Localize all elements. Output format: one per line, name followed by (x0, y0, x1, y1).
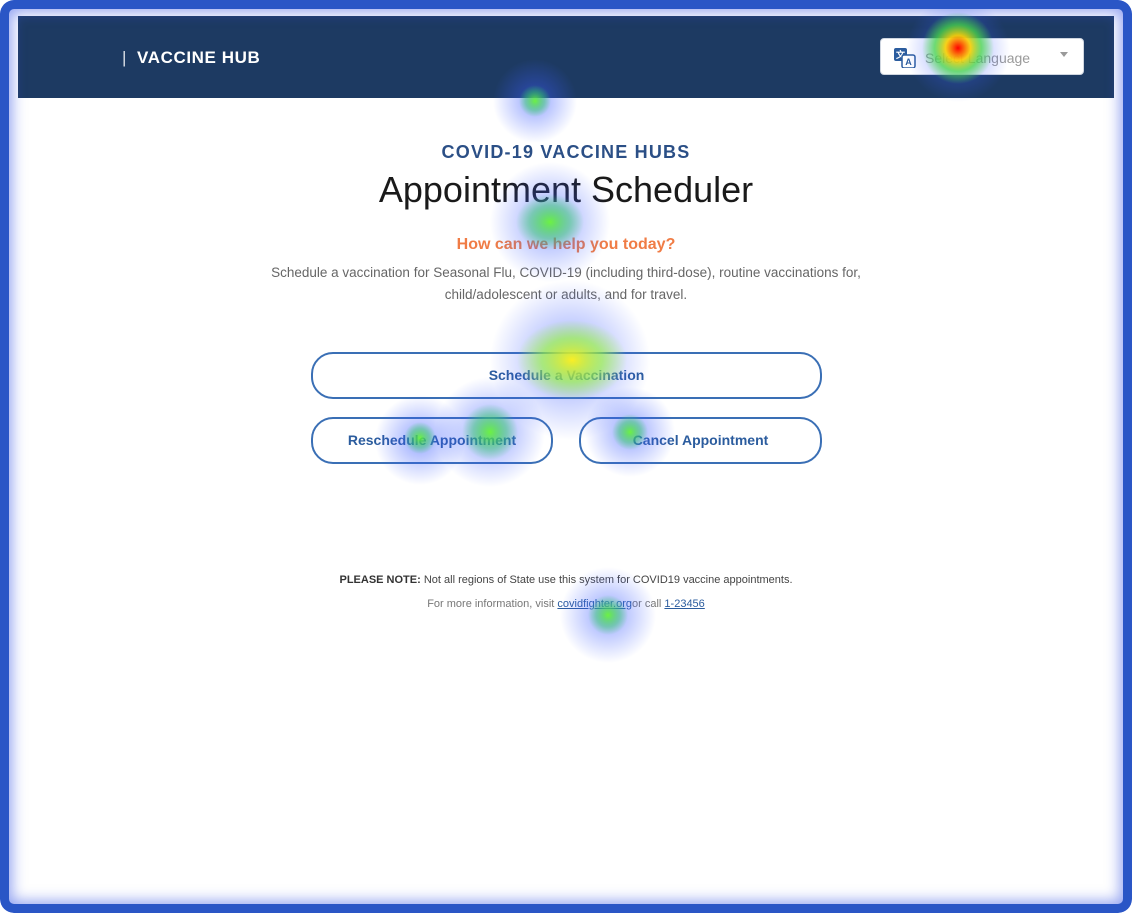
brand-name: VACCINE HUB (137, 48, 261, 67)
vaccine-hub-page: | VACCINE HUB 文 A Select Language COVID-1… (18, 16, 1114, 896)
schedule-vaccination-button[interactable]: Schedule a Vaccination (311, 352, 822, 399)
top-header: | VACCINE HUB 文 A Select Language (18, 16, 1114, 98)
language-select-value: Select Language (925, 50, 1031, 66)
note-label: PLEASE NOTE: (339, 574, 421, 586)
chevron-down-icon (1060, 52, 1068, 57)
reschedule-appointment-button[interactable]: Reschedule Appointment (311, 417, 553, 464)
translate-icon: 文 A (894, 48, 916, 68)
service-description: Schedule a vaccination for Seasonal Flu,… (271, 265, 861, 302)
brand[interactable]: | VACCINE HUB (122, 48, 260, 68)
info-middle: or call (632, 598, 662, 610)
hero: COVID-19 VACCINE HUBS Appointment Schedu… (18, 142, 1114, 211)
info-prefix: For more information, visit (427, 598, 555, 610)
more-info: For more information, visit covidfighter… (18, 598, 1114, 610)
page-title: Appointment Scheduler (378, 169, 754, 210)
please-note: PLEASE NOTE: Not all regions of State us… (18, 574, 1114, 586)
screenshot-frame: | VACCINE HUB 文 A Select Language COVID-1… (0, 0, 1132, 913)
cancel-appointment-button[interactable]: Cancel Appointment (579, 417, 822, 464)
help-prompt: How can we help you today? (456, 236, 676, 253)
note-text: Not all regions of State use this system… (423, 574, 793, 586)
info-phone-link[interactable]: 1-23456 (664, 598, 704, 610)
svg-text:A: A (905, 57, 912, 67)
brand-separator: | (122, 48, 128, 67)
language-select[interactable]: 文 A Select Language (880, 38, 1084, 75)
info-website-link[interactable]: covidfighter.org (557, 598, 632, 610)
hero-eyebrow: COVID-19 VACCINE HUBS (441, 142, 691, 162)
